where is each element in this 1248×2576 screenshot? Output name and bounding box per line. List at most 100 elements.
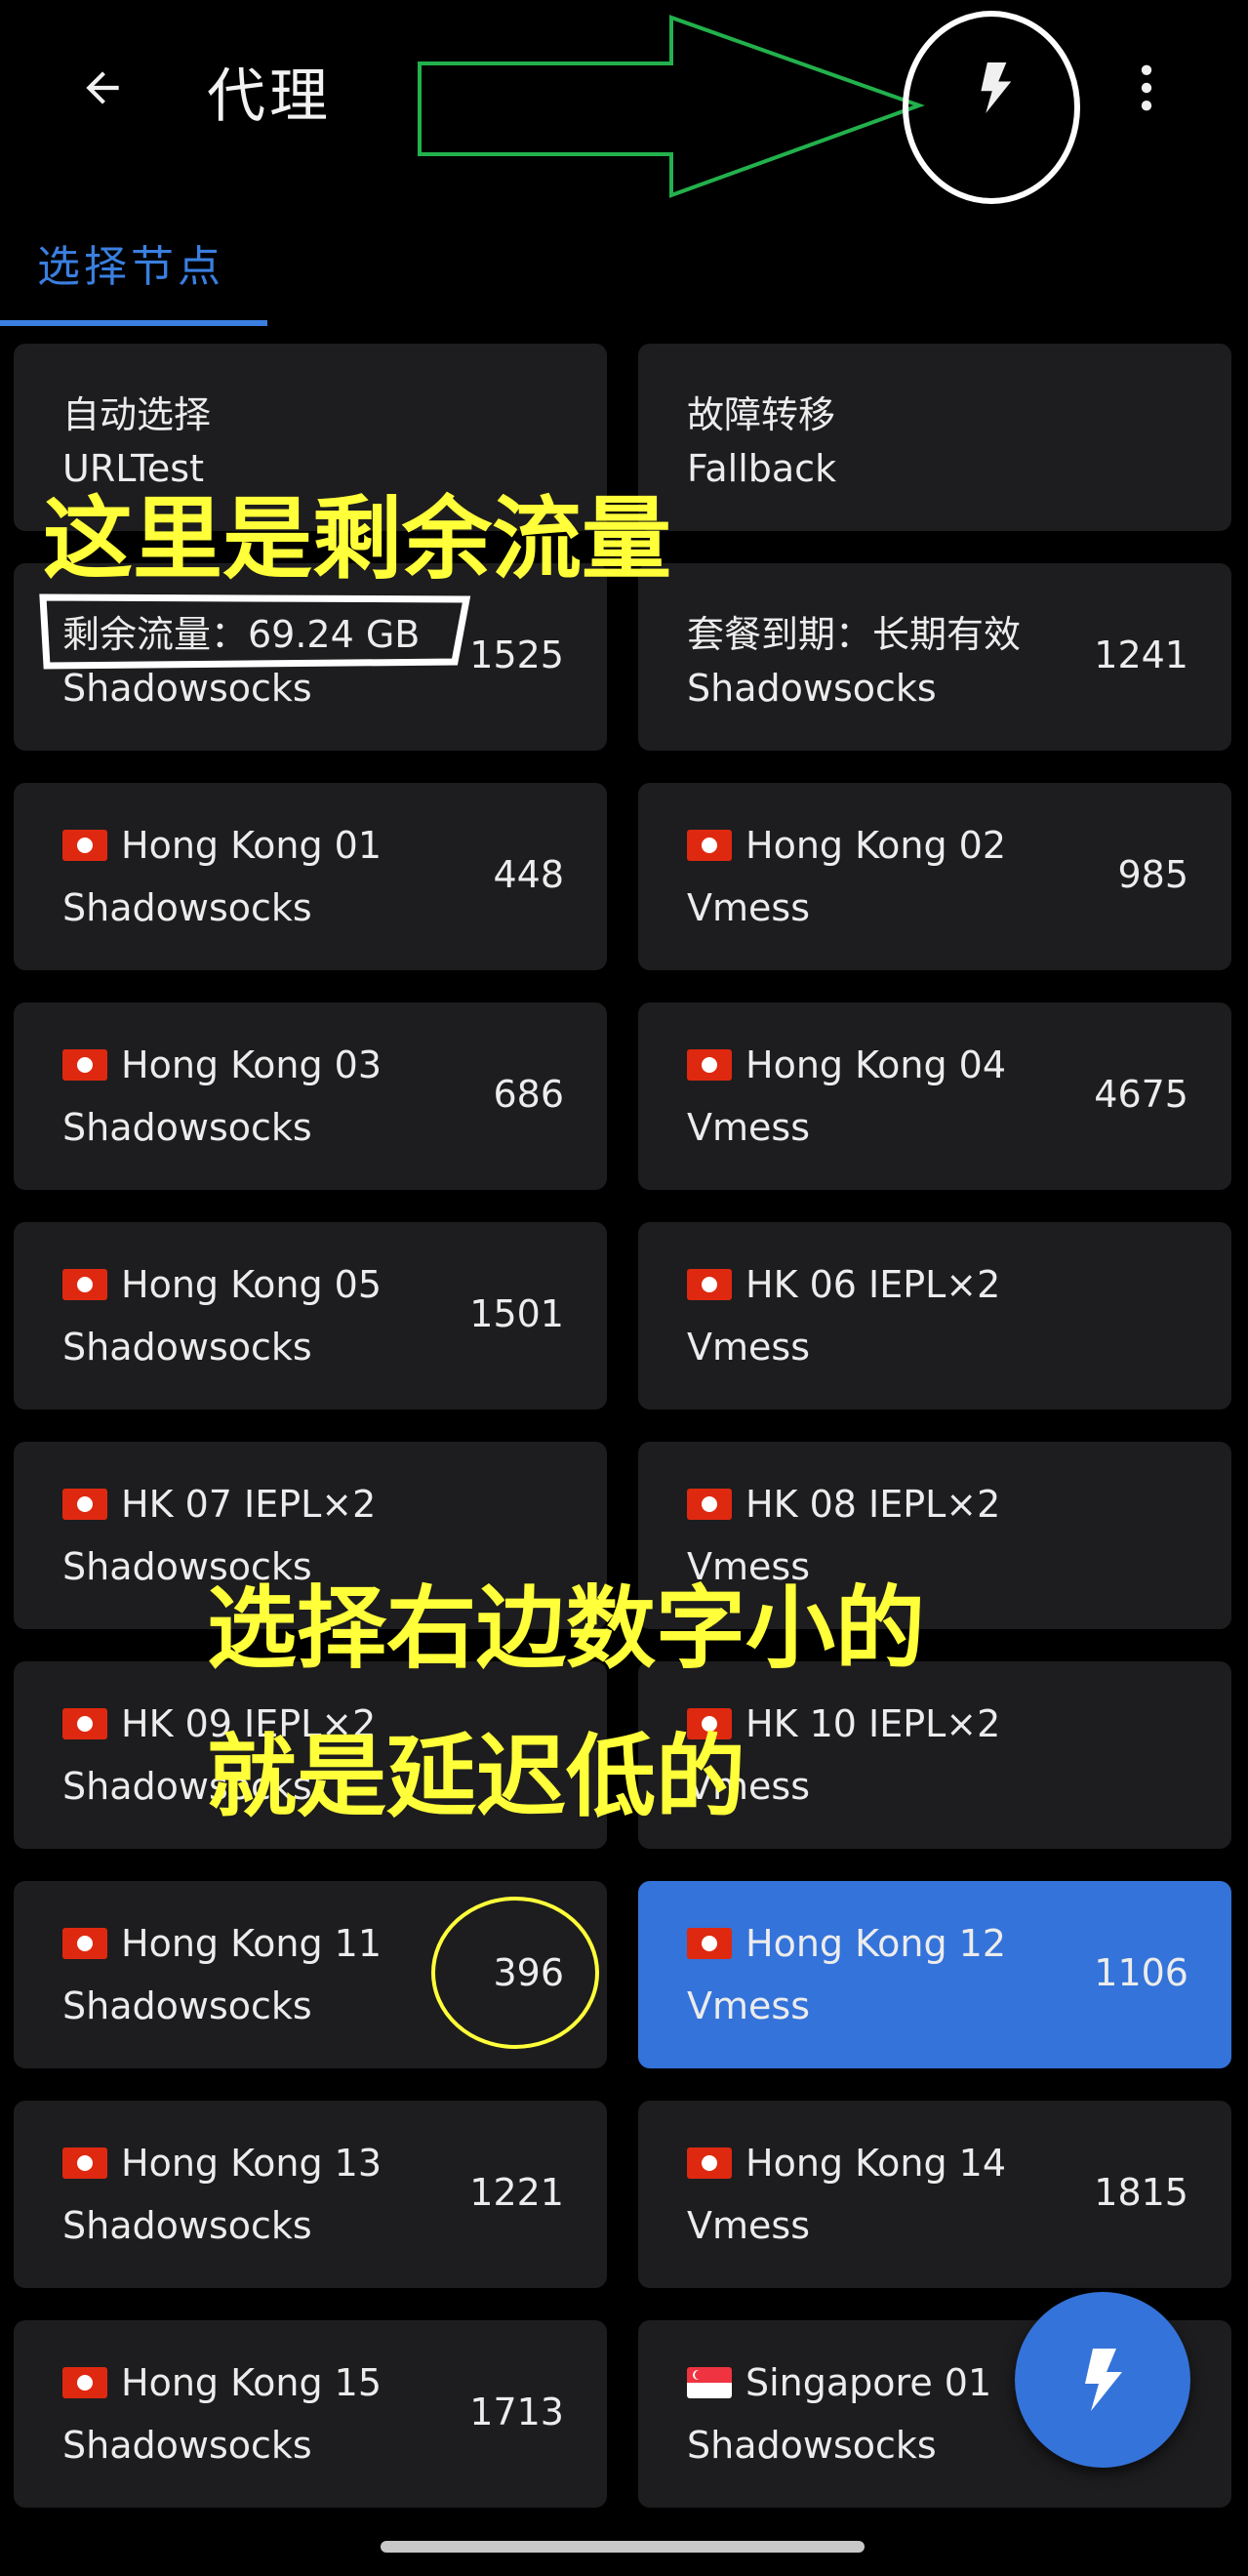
node-latency: 1241 [1094, 634, 1188, 676]
more-vertical-icon [1141, 64, 1152, 111]
node-name-row: HK 08 IEPL×2 [687, 1483, 1000, 1526]
node-name: Hong Kong 13 [121, 2142, 382, 2185]
hong-kong-flag-icon [62, 1708, 107, 1739]
node-name-row: HK 07 IEPL×2 [62, 1483, 376, 1526]
more-options-button[interactable] [1112, 54, 1181, 122]
node-name: Hong Kong 11 [121, 1922, 382, 1965]
node-name: Hong Kong 14 [745, 2142, 1007, 2185]
node-protocol: Shadowsocks [687, 667, 937, 710]
node-name: 套餐到期：长期有效 [687, 613, 1022, 656]
node-latency: 1815 [1094, 2171, 1188, 2214]
node-name-row: 剩余流量：69.24 GB [62, 604, 420, 658]
proxy-node-card[interactable]: HK 06 IEPL×2 Vmess [638, 1222, 1231, 1410]
node-name: 故障转移 [687, 393, 836, 436]
back-button[interactable] [68, 54, 137, 122]
node-name-row: Hong Kong 14 [687, 2142, 1006, 2185]
hong-kong-flag-icon [62, 2367, 107, 2398]
node-name-row: Hong Kong 11 [62, 1922, 382, 1965]
node-name: Singapore 01 [745, 2361, 992, 2404]
node-protocol: Shadowsocks [687, 2424, 937, 2467]
node-name: Hong Kong 05 [121, 1263, 382, 1306]
node-latency: 1501 [469, 1292, 564, 1335]
annotation-tap-here: 点这 [439, 83, 564, 155]
hong-kong-flag-icon [687, 1489, 732, 1520]
node-protocol: Vmess [687, 2204, 810, 2247]
tab-select-node[interactable]: 选择节点 [0, 210, 267, 327]
node-latency: 1525 [469, 634, 564, 676]
proxy-node-card[interactable]: 套餐到期：长期有效 Shadowsocks 1241 [638, 563, 1231, 751]
app-bar: 代理 [0, 0, 1248, 185]
node-name: 剩余流量：69.24 GB [62, 613, 421, 656]
home-indicator [381, 2541, 865, 2553]
hong-kong-flag-icon [687, 1049, 732, 1081]
arrow-left-icon [86, 71, 119, 104]
proxy-node-card[interactable]: Hong Kong 13 Shadowsocks 1221 [14, 2101, 607, 2288]
test-delay-button[interactable] [961, 54, 1029, 122]
annotation-choose-small: 选择右边数字小的 [207, 1576, 926, 1681]
node-name: Hong Kong 03 [121, 1043, 382, 1086]
proxy-node-card[interactable]: 故障转移 Fallback [638, 344, 1231, 531]
node-protocol: Vmess [687, 886, 810, 929]
node-protocol: Fallback [687, 447, 837, 490]
node-name-row: Hong Kong 13 [62, 2142, 382, 2185]
proxy-node-card[interactable]: Hong Kong 12 Vmess 1106 [638, 1881, 1231, 2068]
node-protocol: Shadowsocks [62, 1326, 312, 1369]
proxy-node-card[interactable]: Hong Kong 03 Shadowsocks 686 [14, 1002, 607, 1190]
node-protocol: Vmess [687, 1326, 810, 1369]
node-name-row: Hong Kong 03 [62, 1043, 382, 1086]
node-latency: 1106 [1094, 1951, 1188, 1994]
node-latency: 448 [493, 853, 564, 896]
node-name: Hong Kong 12 [745, 1922, 1007, 1965]
hong-kong-flag-icon [62, 1269, 107, 1300]
proxy-node-card[interactable]: Hong Kong 15 Shadowsocks 1713 [14, 2320, 607, 2508]
node-latency: 4675 [1094, 1073, 1188, 1116]
annotation-remaining-traffic: 这里是剩余流量 [43, 487, 672, 592]
node-latency: 1713 [469, 2391, 564, 2433]
hong-kong-flag-icon [62, 1049, 107, 1081]
node-protocol: Vmess [687, 1106, 810, 1149]
node-name: HK 10 IEPL×2 [745, 1702, 1001, 1745]
node-protocol: Shadowsocks [62, 886, 312, 929]
proxy-node-card[interactable]: Hong Kong 02 Vmess 985 [638, 783, 1231, 970]
node-name: 自动选择 [62, 393, 212, 436]
proxy-node-card[interactable]: Hong Kong 11 Shadowsocks 396 [14, 1881, 607, 2068]
node-name-row: Hong Kong 01 [62, 824, 382, 867]
node-protocol: Shadowsocks [62, 2204, 312, 2247]
node-latency: 686 [493, 1073, 564, 1116]
hong-kong-flag-icon [62, 1489, 107, 1520]
node-name-row: Hong Kong 04 [687, 1043, 1006, 1086]
node-name-row: Hong Kong 15 [62, 2361, 382, 2404]
lightning-icon [1085, 2349, 1122, 2411]
lightning-icon [981, 62, 1012, 113]
node-name: Hong Kong 15 [121, 2361, 382, 2404]
node-name-row: 故障转移 [687, 385, 835, 438]
proxy-node-card[interactable]: Hong Kong 14 Vmess 1815 [638, 2101, 1231, 2288]
proxy-node-card[interactable]: Hong Kong 05 Shadowsocks 1501 [14, 1222, 607, 1410]
tab-label: 选择节点 [37, 242, 224, 292]
node-protocol: Shadowsocks [62, 1984, 312, 2027]
test-latency-fab[interactable] [1015, 2292, 1190, 2468]
hong-kong-flag-icon [62, 1928, 107, 1959]
hong-kong-flag-icon [687, 1928, 732, 1959]
node-latency: 396 [493, 1951, 564, 1994]
node-protocol: Shadowsocks [62, 2424, 312, 2467]
page-title: 代理 [207, 62, 332, 131]
node-name-row: Hong Kong 12 [687, 1922, 1006, 1965]
node-name: Hong Kong 04 [745, 1043, 1007, 1086]
proxy-node-card[interactable]: Hong Kong 04 Vmess 4675 [638, 1002, 1231, 1190]
node-latency: 985 [1117, 853, 1188, 896]
hong-kong-flag-icon [687, 2147, 732, 2179]
node-name: HK 06 IEPL×2 [745, 1263, 1001, 1306]
node-name-row: Hong Kong 05 [62, 1263, 382, 1306]
hong-kong-flag-icon [62, 2147, 107, 2179]
singapore-flag-icon [687, 2367, 732, 2398]
node-protocol: Vmess [687, 1984, 810, 2027]
proxy-node-card[interactable]: Hong Kong 01 Shadowsocks 448 [14, 783, 607, 970]
node-grid: 自动选择 URLTest 故障转移 Fallback 剩余流量：69.24 GB Shad… [14, 344, 1235, 2550]
node-name-row: Hong Kong 02 [687, 824, 1006, 867]
node-name-row: 自动选择 [62, 385, 211, 438]
node-name: HK 07 IEPL×2 [121, 1483, 377, 1526]
node-name-row: 套餐到期：长期有效 [687, 604, 1021, 658]
hong-kong-flag-icon [687, 1269, 732, 1300]
hong-kong-flag-icon [687, 830, 732, 861]
